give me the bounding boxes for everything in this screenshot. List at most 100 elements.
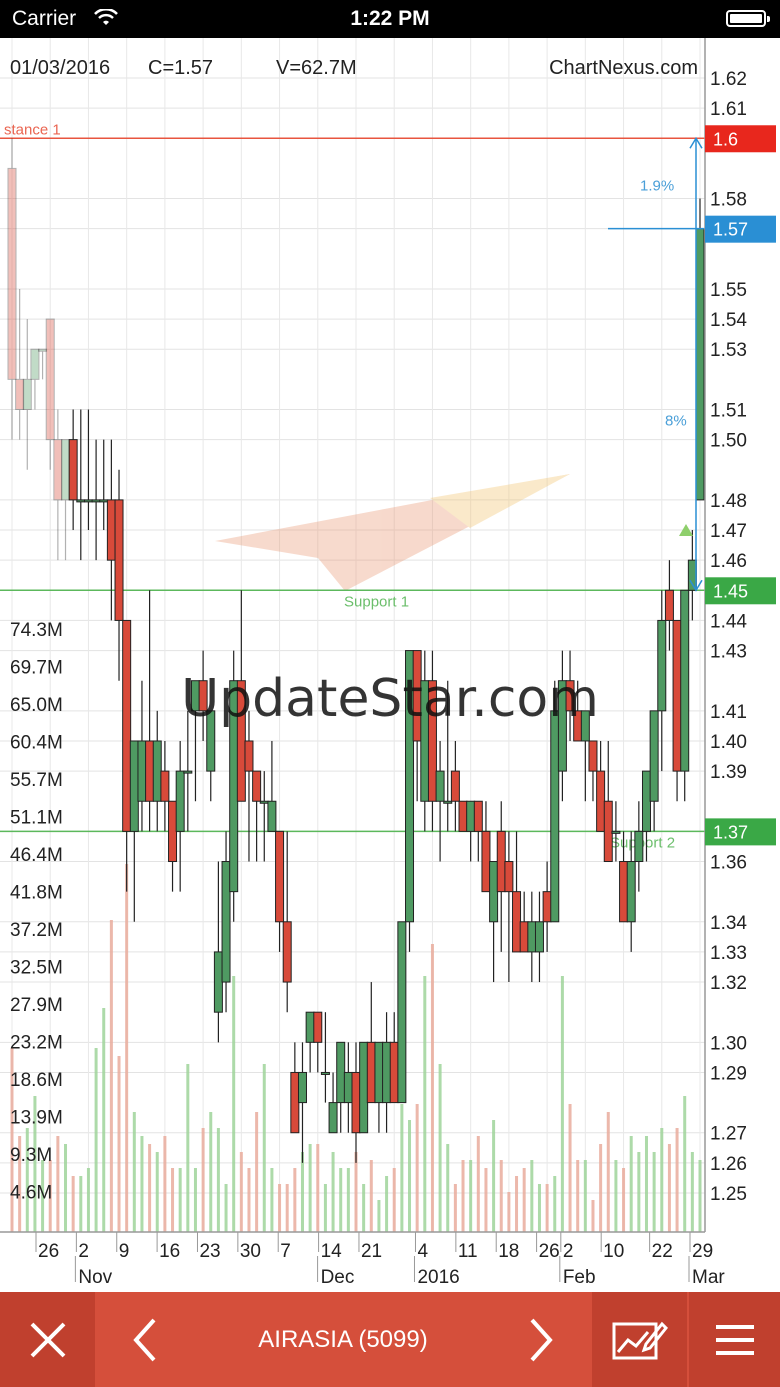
candle xyxy=(680,589,690,802)
volume-bar xyxy=(530,1160,534,1232)
status-bar: Carrier 1:22 PM xyxy=(0,0,780,38)
candle-body xyxy=(99,499,109,503)
candle-body xyxy=(122,619,132,832)
candle xyxy=(458,800,468,832)
next-stock-button[interactable] xyxy=(496,1292,586,1387)
candle-body xyxy=(626,861,636,923)
volume-bar xyxy=(576,1160,580,1232)
volume-bar xyxy=(125,864,129,1232)
volume-bar xyxy=(499,1160,503,1232)
volume-bar xyxy=(86,1168,90,1232)
candle-body xyxy=(504,861,514,893)
volume-bar xyxy=(683,1096,687,1232)
volume-bar xyxy=(446,1144,450,1232)
volume-bar xyxy=(507,1192,511,1232)
candle-body xyxy=(83,499,93,503)
volume-bar xyxy=(369,1160,373,1232)
candle-body xyxy=(114,499,124,621)
volume-bar xyxy=(79,1176,83,1232)
volume-tick-label: 9.3M xyxy=(10,1145,52,1166)
price-tick-label: 1.53 xyxy=(710,340,747,361)
previous-stock-button[interactable] xyxy=(100,1292,190,1387)
volume-bar xyxy=(216,1128,220,1232)
candle-body xyxy=(129,740,139,832)
volume-tick-label: 27.9M xyxy=(10,995,63,1016)
price-tick-label: 1.55 xyxy=(710,280,747,301)
x-day-label: 29 xyxy=(692,1241,713,1262)
volume-bar xyxy=(469,1160,473,1232)
candle-body xyxy=(91,499,101,503)
volume-bar xyxy=(591,1200,595,1232)
candle-body xyxy=(527,921,537,953)
volume-bar xyxy=(270,1168,274,1232)
x-day-label: 26 xyxy=(539,1241,560,1262)
close-button[interactable] xyxy=(0,1292,95,1387)
candle-body xyxy=(534,921,544,953)
volume-bar xyxy=(193,1168,197,1232)
price-tick-label: 1.40 xyxy=(710,732,747,753)
volume-bar xyxy=(354,1152,358,1232)
candle-body xyxy=(374,1041,384,1104)
volume-bar xyxy=(545,1184,549,1232)
candle-body xyxy=(657,619,667,712)
candle-body xyxy=(313,1011,323,1043)
candle-body xyxy=(634,830,644,863)
x-day-label: 14 xyxy=(321,1241,343,1262)
volume-bar xyxy=(637,1152,641,1232)
candle-body xyxy=(641,770,651,832)
candle-body xyxy=(619,861,629,923)
x-day-label: 2 xyxy=(78,1241,89,1262)
battery-icon xyxy=(726,10,770,27)
volume-bar xyxy=(247,1168,251,1232)
candle-body xyxy=(336,1041,346,1104)
chart-tools-button[interactable] xyxy=(592,1292,687,1387)
time-axis: 26 2 9 16 23 30 7 14 21 4 11 18 26 2 10 22 29Nov Dec 2016 F… xyxy=(35,1232,725,1288)
volume-tick-label: 55.7M xyxy=(10,770,63,791)
volume-bar xyxy=(644,1136,648,1232)
volume-bar xyxy=(537,1184,541,1232)
volume-bar xyxy=(392,1168,396,1232)
price-tick-label: 1.25 xyxy=(710,1184,747,1205)
price-tick-label: 1.58 xyxy=(710,190,747,211)
candle xyxy=(695,198,705,501)
candle-body xyxy=(137,740,147,802)
measure-percent-upper: 1.9% xyxy=(640,177,674,194)
volume-bar xyxy=(155,1152,159,1232)
price-tick-label: 1.41 xyxy=(710,702,747,723)
price-tick-label: 1.61 xyxy=(710,99,747,120)
volume-tick-label: 32.5M xyxy=(10,958,63,979)
menu-button[interactable] xyxy=(689,1292,780,1387)
x-month-label: Feb xyxy=(563,1267,596,1288)
price-tick-label: 1.44 xyxy=(710,611,747,632)
x-day-label: 2 xyxy=(563,1241,574,1262)
price-tag-text: 1.45 xyxy=(713,581,748,601)
price-tick-label: 1.54 xyxy=(710,310,747,331)
candle-body xyxy=(603,800,613,863)
candle-body xyxy=(106,499,116,561)
volume-bar xyxy=(171,1168,175,1232)
volume-bar xyxy=(377,1200,381,1232)
stock-chart[interactable]: stance 1Support 1Support 2 1.9%8% 1.621.… xyxy=(0,38,780,1292)
candle-body xyxy=(611,830,621,834)
close-icon xyxy=(30,1322,65,1357)
candle-body xyxy=(496,830,506,893)
volume-bar xyxy=(102,1008,106,1232)
candle-body xyxy=(550,710,560,923)
candle-body xyxy=(435,770,445,802)
candle-body xyxy=(351,1071,361,1134)
price-tick-label: 1.51 xyxy=(710,400,747,421)
ticker-label[interactable]: AIRASIA (5099) xyxy=(190,1292,496,1387)
volume-bar xyxy=(109,920,113,1232)
volume-bar xyxy=(186,1064,190,1232)
x-month-label: Dec xyxy=(321,1267,355,1288)
volume-bar xyxy=(560,976,564,1232)
candle-body xyxy=(519,921,529,953)
candle-body xyxy=(343,1071,353,1104)
volume-bar xyxy=(667,1144,671,1232)
volume-bar xyxy=(385,1176,389,1232)
volume-bar xyxy=(339,1168,343,1232)
volume-bar xyxy=(117,1056,121,1232)
volume-bar xyxy=(56,1136,60,1232)
x-day-label: 4 xyxy=(417,1241,428,1262)
candle-body xyxy=(76,499,86,503)
